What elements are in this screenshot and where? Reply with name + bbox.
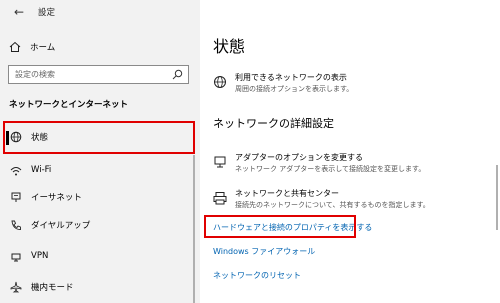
ethernet-icon [11,192,21,202]
option-description: 周囲の接続オプションを表示します。 [235,85,354,93]
search-placeholder: 設定の検索 [15,70,55,79]
search-icon[interactable] [172,69,183,80]
available-networks-option[interactable]: 利用できるネットワークの表示 周囲の接続オプションを表示します。 [213,72,483,100]
option-title: アダプターのオプションを変更する [235,153,363,162]
sidebar-item-label: Wi-Fi [31,165,52,175]
vpn-icon [11,253,21,262]
sidebar-item-label: 機内モード [31,283,74,293]
window-title: 設定 [38,8,56,18]
adapter-icon [214,156,226,168]
network-reset-link[interactable]: ネットワークのリセット [213,270,301,281]
sidebar-item-wifi[interactable]: Wi-Fi [0,158,195,184]
sidebar-section-title: ネットワークとインターネット [9,100,129,110]
sidebar-home[interactable]: ホーム [8,40,192,58]
sidebar-home-label: ホーム [30,43,56,53]
adapter-options[interactable]: アダプターのオプションを変更する ネットワーク アダプターを表示して接続設定を変… [213,152,483,180]
sidebar: ホーム 設定の検索 ネットワークとインターネット 状態 Wi-Fi イーサネット… [0,0,200,303]
home-icon [9,41,21,52]
main-scrollbar[interactable] [496,165,498,230]
option-description: ネットワーク アダプターを表示して接続設定を変更します。 [235,165,426,173]
phone-icon [11,220,21,230]
sidebar-item-ethernet[interactable]: イーサネット [0,184,195,210]
main-content: 状態 利用できるネットワークの表示 周囲の接続オプションを表示します。 ネットワ… [200,0,500,303]
sidebar-item-airplane[interactable]: 機内モード [0,274,195,300]
network-sharing-center[interactable]: ネットワークと共有センター 接続先のネットワークについて、共有するものを指定しま… [213,188,483,216]
option-title: ネットワークと共有センター [235,189,339,198]
back-arrow-icon[interactable]: ← [12,5,26,19]
search-input[interactable]: 設定の検索 [8,65,189,84]
option-description: 接続先のネットワークについて、共有するものを指定します。 [235,201,430,209]
airplane-icon [10,281,22,293]
status-highlight-box [3,121,195,154]
printer-icon [213,192,227,205]
advanced-settings-heading: ネットワークの詳細設定 [213,117,334,130]
sidebar-item-label: ダイヤルアップ [31,221,91,231]
option-title: 利用できるネットワークの表示 [235,73,347,82]
sidebar-item-dialup[interactable]: ダイヤルアップ [0,212,195,238]
sidebar-scrollbar[interactable] [193,155,195,303]
sidebar-item-label: VPN [31,251,49,261]
hardware-link-highlight-box [204,215,356,238]
page-title: 状態 [213,37,246,56]
globe-icon [214,76,226,88]
sidebar-item-label: イーサネット [31,193,82,203]
sidebar-item-vpn[interactable]: VPN [0,244,195,270]
wifi-icon [10,167,22,176]
firewall-link[interactable]: Windows ファイアウォール [213,246,315,257]
